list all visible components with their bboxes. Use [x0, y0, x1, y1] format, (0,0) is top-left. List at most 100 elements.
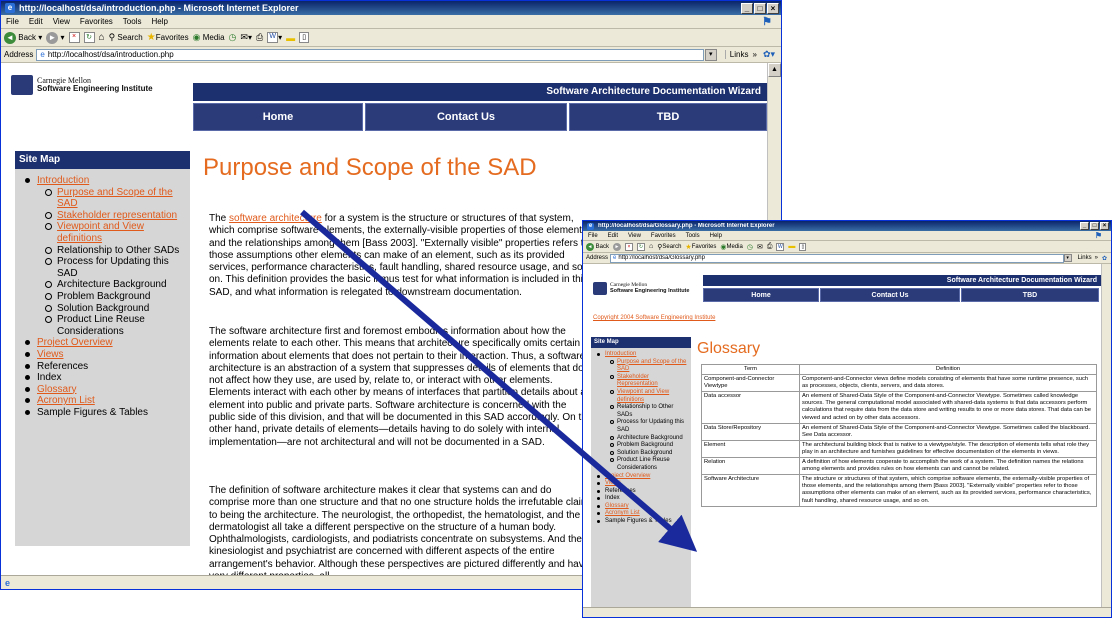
sitemap-item-label[interactable]: Project Overview: [37, 337, 113, 348]
back-button[interactable]: ◄ Back: [586, 242, 609, 251]
sitemap-subitem[interactable]: Stakeholder representation: [45, 210, 186, 222]
menu-edit[interactable]: Edit: [603, 233, 623, 239]
sitemap-subitem[interactable]: Viewpoint and View definitions: [610, 389, 689, 404]
sitemap-subitem-label[interactable]: Purpose and Scope of the SAD: [57, 187, 173, 210]
folder-button[interactable]: ▬: [788, 243, 795, 250]
sitemap-item-label[interactable]: Views: [605, 480, 621, 486]
menu-tools[interactable]: Tools: [681, 233, 705, 239]
nav-tbd[interactable]: TBD: [961, 288, 1099, 302]
history-button[interactable]: ◷: [747, 243, 753, 251]
media-button[interactable]: ◉ Media: [193, 32, 225, 43]
sitemap-item[interactable]: Views: [597, 480, 689, 488]
sitemap-item[interactable]: Glossary: [597, 503, 689, 511]
sitemap-item[interactable]: Acronym List: [25, 395, 186, 407]
search-button[interactable]: ⚲ Search: [657, 243, 681, 251]
nav-contact-us[interactable]: Contact Us: [365, 103, 567, 131]
edit-button[interactable]: W: [776, 242, 785, 251]
links-label[interactable]: Links: [724, 50, 748, 59]
sitemap-item[interactable]: Acronym List: [597, 510, 689, 518]
folder-button[interactable]: ▬: [286, 33, 295, 43]
address-dropdown-icon[interactable]: ▾: [704, 48, 717, 61]
favorites-button[interactable]: ★ Favorites: [147, 32, 189, 43]
nav-home[interactable]: Home: [193, 103, 363, 131]
sitemap-item-label[interactable]: Introduction: [605, 351, 636, 357]
forward-button[interactable]: ► ▾: [46, 31, 65, 44]
tools-extra-icon[interactable]: ✿: [1102, 255, 1107, 262]
menu-help[interactable]: Help: [705, 233, 727, 239]
home-button[interactable]: ⌂: [99, 32, 105, 43]
links-label[interactable]: Links: [1078, 255, 1092, 261]
sitemap-subitem-label[interactable]: Purpose and Scope of the SAD: [617, 359, 686, 373]
menu-edit[interactable]: Edit: [24, 17, 48, 26]
sitemap-item[interactable]: Project Overview: [597, 473, 689, 481]
sitemap-item[interactable]: Introduction Purpose and Scope of the SAD…: [597, 351, 689, 473]
nav-tbd[interactable]: TBD: [569, 103, 767, 131]
copyright-link[interactable]: Copyright 2004 Software Engineering Inst…: [593, 315, 715, 321]
menu-file[interactable]: File: [1, 17, 24, 26]
back-button[interactable]: ◄ Back ▾: [4, 31, 42, 44]
sitemap-item[interactable]: Glossary: [25, 384, 186, 396]
sitemap-subitem[interactable]: Viewpoint and View definitions: [45, 221, 186, 244]
scroll-up-arrow-icon[interactable]: ▲: [768, 63, 781, 77]
nav-contact-us[interactable]: Contact Us: [820, 288, 960, 302]
maximize-button[interactable]: □: [754, 2, 766, 14]
sitemap-item-label[interactable]: Introduction: [37, 175, 89, 186]
history-button[interactable]: ◷: [229, 32, 237, 43]
sitemap-subitem[interactable]: Purpose and Scope of the SAD: [610, 359, 689, 374]
print-button[interactable]: ⎙: [767, 243, 773, 251]
menu-favorites[interactable]: Favorites: [646, 233, 681, 239]
sitemap-subitem[interactable]: Purpose and Scope of the SAD: [45, 187, 186, 210]
menu-help[interactable]: Help: [146, 17, 172, 26]
menu-file[interactable]: File: [583, 233, 603, 239]
sitemap-item-label[interactable]: Glossary: [37, 384, 76, 395]
menu-tools[interactable]: Tools: [118, 17, 147, 26]
close-button[interactable]: ×: [767, 2, 779, 14]
sitemap-subitem-label[interactable]: Stakeholder representation: [57, 210, 177, 221]
sitemap-item[interactable]: Views: [25, 349, 186, 361]
sitemap-subitem[interactable]: Stakeholder Representation: [610, 374, 689, 389]
sitemap-item[interactable]: Introduction Purpose and Scope of the SAD…: [25, 175, 186, 337]
menu-view[interactable]: View: [623, 233, 646, 239]
search-button[interactable]: ⚲ Search: [109, 32, 143, 43]
sitemap-item-label[interactable]: Views: [37, 349, 64, 360]
minimize-button[interactable]: _: [741, 2, 753, 14]
stop-button[interactable]: ×: [68, 32, 80, 43]
address-dropdown-icon[interactable]: ▾: [1063, 254, 1072, 262]
minimize-button[interactable]: _: [1080, 222, 1089, 230]
mail-button[interactable]: ✉: [757, 243, 763, 251]
address-input[interactable]: e http://localhost/dsa/Glossary.php: [610, 253, 1064, 263]
ie-window-glossary: e http://localhost/dsa/Glossary.php - Mi…: [582, 220, 1112, 618]
sitemap-item-label[interactable]: Project Overview: [605, 473, 650, 479]
address-input[interactable]: e http://localhost/dsa/introduction.php: [36, 48, 704, 61]
print-button[interactable]: ⎙: [256, 32, 263, 43]
menu-favorites[interactable]: Favorites: [75, 17, 118, 26]
sitemap-item-label[interactable]: Acronym List: [37, 395, 95, 406]
sitemap-item[interactable]: Project Overview: [25, 337, 186, 349]
menu-view[interactable]: View: [48, 17, 75, 26]
sitemap-item-label[interactable]: Acronym List: [605, 510, 640, 516]
sitemap-item-label[interactable]: Glossary: [605, 503, 629, 509]
sitemap-subitem-label[interactable]: Stakeholder Representation: [617, 374, 658, 388]
close-button[interactable]: ×: [1100, 222, 1109, 230]
refresh-button[interactable]: ↻: [637, 242, 646, 251]
forward-button[interactable]: ►: [613, 242, 622, 251]
refresh-button[interactable]: ↻: [83, 32, 95, 43]
sitemap-subitem-label[interactable]: Viewpoint and View definitions: [617, 389, 669, 403]
sitemap-subitem-label[interactable]: Viewpoint and View definitions: [57, 221, 144, 244]
stop-button[interactable]: ×: [625, 242, 634, 251]
vertical-scrollbar[interactable]: [1101, 264, 1111, 607]
home-button[interactable]: ⌂: [649, 243, 653, 250]
edit-button[interactable]: W ▾: [267, 32, 282, 43]
maximize-button[interactable]: □: [1090, 222, 1099, 230]
software-architecture-link[interactable]: software architecture: [229, 213, 322, 224]
tools-extra-icon[interactable]: ✿▾: [763, 49, 775, 60]
page-content: Carnegie Mellon Software Engineering Ins…: [583, 264, 1111, 607]
chevron-icon[interactable]: »: [1095, 255, 1098, 261]
messenger-button[interactable]: ▯: [299, 32, 310, 43]
mail-button[interactable]: ✉ ▾: [240, 32, 252, 43]
chevron-icon[interactable]: »: [752, 50, 756, 59]
nav-home[interactable]: Home: [703, 288, 819, 302]
messenger-button[interactable]: ▯: [799, 242, 807, 251]
media-button[interactable]: ◉ Media: [720, 243, 742, 251]
favorites-button[interactable]: ★ Favorites: [685, 243, 716, 251]
